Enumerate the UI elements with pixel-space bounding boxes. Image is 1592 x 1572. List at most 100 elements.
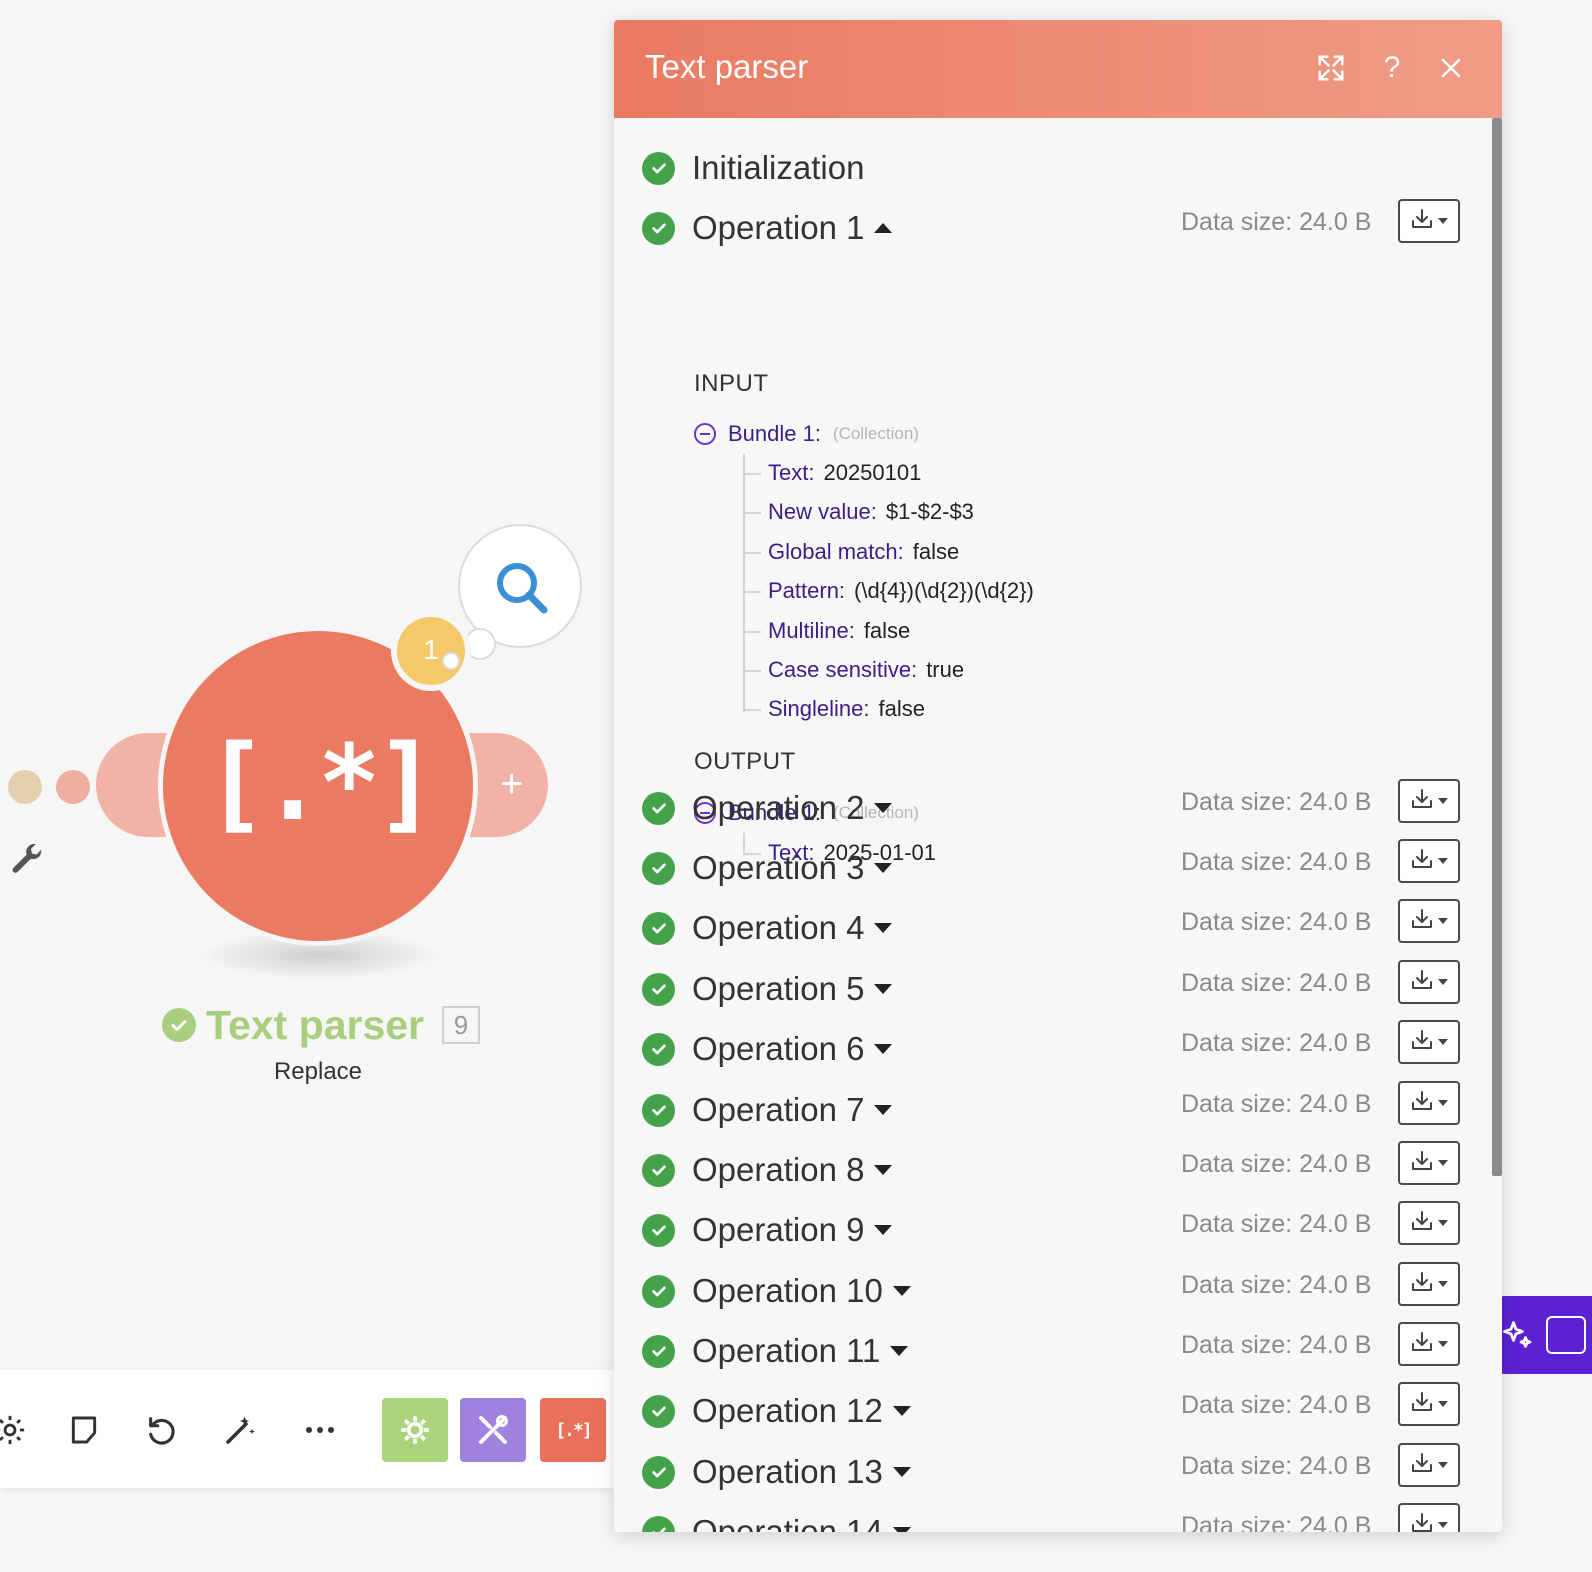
maximize-icon[interactable] (1313, 50, 1349, 86)
field-key: Pattern: (768, 578, 846, 604)
operation-row[interactable]: Operation 7 (642, 1088, 893, 1132)
chevron-down-icon (1438, 918, 1448, 924)
regex-icon: [.*] (204, 722, 437, 844)
data-size: Data size: 24.0 B (1181, 1150, 1372, 1178)
chat-icon (1546, 1316, 1586, 1354)
panel-body[interactable]: Initialization INPUT Bundle 1: (Collecti… (614, 118, 1502, 1532)
success-check-icon (642, 211, 675, 245)
data-size: Data size: 24.0 B (1181, 1331, 1372, 1359)
initialization-row[interactable]: Initialization (642, 146, 864, 190)
tools-button[interactable] (460, 1398, 526, 1462)
download-icon (1410, 968, 1434, 997)
close-icon[interactable] (1433, 50, 1469, 86)
caret-down-icon[interactable] (874, 863, 893, 873)
caret-down-icon[interactable] (874, 984, 893, 994)
help-icon[interactable]: ? (1374, 50, 1410, 86)
caret-down-icon[interactable] (874, 1105, 893, 1115)
download-button[interactable] (1398, 1443, 1460, 1487)
bundle-field[interactable]: Multiline: false (742, 616, 910, 646)
success-check-icon (642, 1213, 675, 1247)
success-check-icon (642, 972, 675, 1006)
operation-label: Operation 6 (692, 1030, 865, 1067)
input-heading: INPUT (694, 370, 769, 397)
bundle-field[interactable]: Singleline: false (743, 694, 925, 724)
scrollbar[interactable] (1492, 118, 1502, 1176)
caret-down-icon[interactable] (892, 1406, 911, 1416)
caret-down-icon[interactable] (874, 1165, 893, 1175)
download-button[interactable] (1398, 960, 1460, 1004)
bottom-toolbar: [.*] (0, 1370, 620, 1488)
scheduling-button[interactable] (382, 1398, 448, 1462)
wrench-icon[interactable] (8, 840, 46, 885)
operation-row[interactable]: Operation 10 (642, 1269, 911, 1313)
download-button[interactable] (1398, 899, 1460, 943)
operation-row[interactable]: Operation 3 (642, 846, 893, 890)
bundle-field[interactable]: New value: $1-$2-$3 (743, 497, 974, 527)
gear-icon[interactable] (0, 1404, 36, 1456)
magic-wand-icon[interactable] (214, 1404, 266, 1456)
caret-down-icon[interactable] (892, 1467, 911, 1477)
download-button[interactable] (1398, 1503, 1460, 1532)
download-button[interactable] (1398, 1322, 1460, 1366)
scenario-canvas[interactable]: + [.*] 1 Text parser 9 Replace [.*] Text… (0, 0, 1592, 1572)
chevron-down-icon (1438, 1522, 1448, 1528)
module-name[interactable]: Text parser (206, 1002, 424, 1049)
text-parser-button[interactable]: [.*] (540, 1398, 606, 1462)
field-key: New value: (768, 499, 877, 525)
download-button[interactable] (1398, 1382, 1460, 1426)
download-button[interactable] (1398, 1262, 1460, 1306)
note-icon[interactable] (58, 1404, 110, 1456)
caret-down-icon[interactable] (874, 1225, 893, 1235)
bundle-field[interactable]: Text: 20250101 (742, 458, 921, 488)
operation-row[interactable]: Operation 6 (642, 1027, 893, 1071)
download-icon (1410, 1089, 1434, 1118)
download-button[interactable] (1398, 1141, 1460, 1185)
output-heading: OUTPUT (694, 748, 796, 775)
operation-label: Operation 9 (692, 1211, 865, 1248)
module-id: 9 (442, 1006, 481, 1044)
operation-row[interactable]: Operation 9 (642, 1208, 893, 1252)
collapse-icon[interactable] (694, 423, 716, 445)
operation-row[interactable]: Operation 5 (642, 967, 893, 1011)
caret-down-icon[interactable] (874, 923, 893, 933)
bundle-field[interactable]: Pattern: (\d{4})(\d{2})(\d{2}) (743, 576, 1034, 606)
operation-row[interactable]: Operation 2 (642, 786, 893, 830)
plus-icon[interactable]: + (500, 760, 523, 808)
download-icon (1410, 1270, 1434, 1299)
caret-up-icon[interactable] (874, 223, 893, 233)
caret-down-icon[interactable] (892, 1286, 911, 1296)
download-button[interactable] (1398, 779, 1460, 823)
operation-row[interactable]: Operation 1 (642, 206, 893, 250)
download-icon (1410, 847, 1434, 876)
download-icon (1410, 1028, 1434, 1057)
operation-row[interactable]: Operation 14 (642, 1510, 911, 1532)
caret-down-icon[interactable] (892, 1527, 911, 1532)
operation-label: Operation 1 (692, 209, 865, 246)
caret-down-icon[interactable] (874, 1044, 893, 1054)
caret-down-icon[interactable] (874, 803, 893, 813)
operation-row[interactable]: Operation 4 (642, 906, 893, 950)
bundle-field[interactable]: Global match: false (742, 537, 959, 567)
ai-assistant-tab[interactable] (1500, 1296, 1592, 1374)
download-button[interactable] (1398, 199, 1460, 243)
chevron-down-icon (1438, 1341, 1448, 1347)
download-button[interactable] (1398, 1020, 1460, 1064)
chevron-down-icon (1438, 1100, 1448, 1106)
more-icon[interactable] (294, 1404, 346, 1456)
bundle-field[interactable]: Case sensitive: true (742, 655, 964, 685)
download-icon (1410, 1390, 1434, 1419)
operation-row[interactable]: Operation 8 (642, 1148, 893, 1192)
undo-icon[interactable] (136, 1404, 188, 1456)
operation-row[interactable]: Operation 13 (642, 1450, 911, 1494)
input-bundle-header[interactable]: Bundle 1: (Collection) (694, 418, 919, 450)
tools-icon (479, 1415, 508, 1444)
data-size: Data size: 24.0 B (1181, 788, 1372, 816)
data-size: Data size: 24.0 B (1181, 969, 1372, 997)
download-button[interactable] (1398, 1081, 1460, 1125)
operation-row[interactable]: Operation 12 (642, 1389, 911, 1433)
caret-down-icon[interactable] (890, 1346, 909, 1356)
operation-row[interactable]: Operation 11 (642, 1329, 909, 1373)
operations-count-badge[interactable]: 1 (391, 611, 471, 691)
download-button[interactable] (1398, 1201, 1460, 1245)
download-button[interactable] (1398, 839, 1460, 883)
